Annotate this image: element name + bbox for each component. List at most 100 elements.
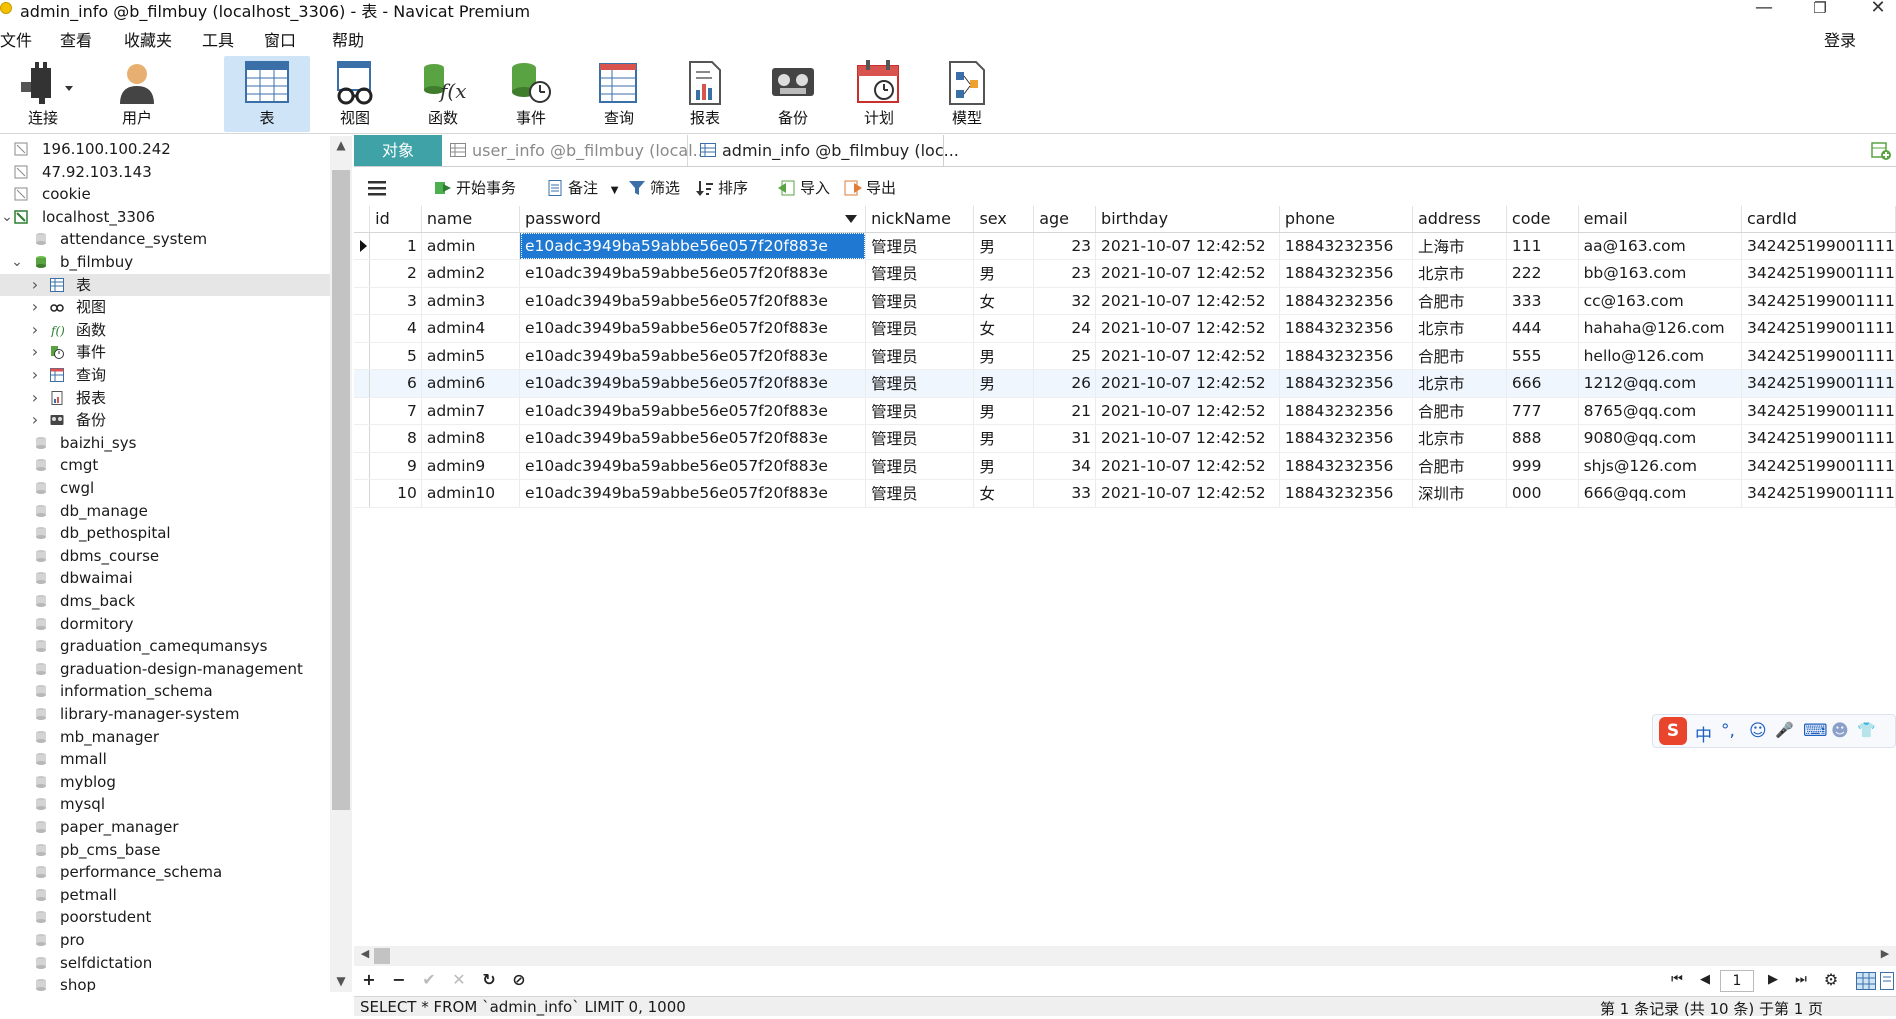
user-avatar-icon[interactable]: ☻ <box>1831 721 1849 741</box>
cell-phone[interactable]: 18843232356 <box>1279 424 1413 453</box>
sort-button[interactable]: 排序 <box>696 176 748 200</box>
cell-password[interactable]: e10adc3949ba59abbe56e057f20f883e <box>519 397 867 425</box>
table-row[interactable]: 5 admin5 e10adc3949ba59abbe56e057f20f883e 管… <box>354 342 1896 370</box>
cell-id[interactable]: 3 <box>369 287 422 315</box>
cell-address[interactable]: 深圳市 <box>1412 479 1507 508</box>
cell-birthday[interactable]: 2021-10-07 12:42:52 <box>1095 287 1280 315</box>
column-header-code[interactable]: code <box>1506 206 1579 233</box>
expand-chevron-icon[interactable]: › <box>28 409 42 431</box>
cell-birthday[interactable]: 2021-10-07 12:42:52 <box>1095 314 1280 343</box>
cell-address[interactable]: 合肥市 <box>1412 397 1507 425</box>
cell-password[interactable]: e10adc3949ba59abbe56e057f20f883e <box>519 369 867 398</box>
cell-name[interactable]: admin6 <box>421 369 521 398</box>
cell-cardid[interactable]: 342425199001111 <box>1741 452 1896 480</box>
cell-sex[interactable]: 男 <box>973 452 1035 480</box>
cell-name[interactable]: admin7 <box>421 397 521 425</box>
cell-password[interactable]: e10adc3949ba59abbe56e057f20f883e <box>519 342 867 370</box>
cell-cardid[interactable]: 342425199001111 <box>1741 479 1896 508</box>
cell-id[interactable]: 6 <box>369 369 422 398</box>
tree-item-paper-manager[interactable]: paper_manager <box>0 816 330 838</box>
cell-code[interactable]: 000 <box>1506 479 1579 508</box>
cell-name[interactable]: admin3 <box>421 287 521 315</box>
cell-age[interactable]: 31 <box>1033 424 1097 453</box>
cell-cardid[interactable]: 342425199001111 <box>1741 259 1896 288</box>
row-indicator[interactable] <box>354 397 371 425</box>
cell-age[interactable]: 26 <box>1033 369 1097 398</box>
toolbar-connection-button[interactable]: 连接 <box>0 56 86 132</box>
cell-name[interactable]: admin2 <box>421 259 521 288</box>
cell-password[interactable]: e10adc3949ba59abbe56e057f20f883e <box>519 314 867 343</box>
tree-item-db-pethospital[interactable]: db_pethospital <box>0 522 330 544</box>
tree-item-mysql[interactable]: mysql <box>0 793 330 815</box>
column-header-id[interactable]: id <box>369 206 422 233</box>
toolbar-schedule-button[interactable]: 计划 <box>836 56 922 132</box>
cell-code[interactable]: 777 <box>1506 397 1579 425</box>
expand-chevron-icon[interactable]: ⌄ <box>0 206 14 228</box>
column-header-birthday[interactable]: birthday <box>1095 206 1280 233</box>
stop-button[interactable]: ⊘ <box>508 970 530 989</box>
cell-email[interactable]: hahaha@126.com <box>1578 314 1742 343</box>
cell-id[interactable]: 4 <box>369 314 422 343</box>
cell-address[interactable]: 合肥市 <box>1412 287 1507 315</box>
cell-name[interactable]: admin4 <box>421 314 521 343</box>
cell-email[interactable]: shjs@126.com <box>1578 452 1742 480</box>
minimize-button[interactable]: — <box>1744 0 1784 18</box>
column-header-nickname[interactable]: nickName <box>865 206 975 233</box>
toolbar-view-button[interactable]: 视图 <box>312 56 398 132</box>
cell-password[interactable]: e10adc3949ba59abbe56e057f20f883e <box>519 232 867 260</box>
ime-mode-toggle[interactable]: 中 <box>1695 721 1712 746</box>
microphone-icon[interactable]: 🎤 <box>1775 721 1794 739</box>
tree-item-表[interactable]: › 表 <box>0 273 330 296</box>
tree-scrollbar[interactable]: ▲ ▼ <box>330 136 352 992</box>
cell-code[interactable]: 444 <box>1506 314 1579 343</box>
restore-button[interactable]: ❐ <box>1800 0 1840 17</box>
tree-scroll-thumb[interactable] <box>332 170 350 810</box>
cell-age[interactable]: 24 <box>1033 314 1097 343</box>
cell-birthday[interactable]: 2021-10-07 12:42:52 <box>1095 424 1280 453</box>
tree-item-poorstudent[interactable]: poorstudent <box>0 906 330 928</box>
row-indicator[interactable] <box>354 287 371 315</box>
tree-item-library-manager-system[interactable]: library-manager-system <box>0 703 330 725</box>
memo-button[interactable]: 备注 ▼ <box>546 176 619 200</box>
cell-code[interactable]: 111 <box>1506 232 1579 260</box>
cell-name[interactable]: admin5 <box>421 342 521 370</box>
tree-item-dbwaimai[interactable]: dbwaimai <box>0 567 330 589</box>
cell-email[interactable]: aa@163.com <box>1578 232 1742 260</box>
cell-id[interactable]: 7 <box>369 397 422 425</box>
filter-button[interactable]: 筛选 <box>628 176 680 200</box>
menu-view[interactable]: 查看 <box>60 27 92 51</box>
tree-item-mmall[interactable]: mmall <box>0 748 330 770</box>
tree-item-b-filmbuy[interactable]: ⌄ b_filmbuy <box>0 251 330 273</box>
cell-phone[interactable]: 18843232356 <box>1279 232 1413 260</box>
keyboard-icon[interactable]: ⌨ <box>1803 721 1828 741</box>
expand-chevron-icon[interactable]: › <box>28 341 42 363</box>
toolbar-query-button[interactable]: 查询 <box>576 56 662 132</box>
tree-item-cookie[interactable]: cookie <box>0 183 330 205</box>
tree-item-dms-back[interactable]: dms_back <box>0 590 330 612</box>
table-row[interactable]: 2 admin2 e10adc3949ba59abbe56e057f20f883e 管… <box>354 259 1896 288</box>
cell-address[interactable]: 北京市 <box>1412 424 1507 453</box>
cell-password[interactable]: e10adc3949ba59abbe56e057f20f883e <box>519 452 867 480</box>
toolbar-user-button[interactable]: 用户 <box>94 56 180 132</box>
cell-address[interactable]: 合肥市 <box>1412 452 1507 480</box>
row-indicator[interactable] <box>354 369 371 398</box>
cell-address[interactable]: 北京市 <box>1412 369 1507 398</box>
cell-sex[interactable]: 男 <box>973 424 1035 453</box>
tree-item-performance-schema[interactable]: performance_schema <box>0 861 330 883</box>
cell-name[interactable]: admin8 <box>421 424 521 453</box>
cell-email[interactable]: bb@163.com <box>1578 259 1742 288</box>
cell-id[interactable]: 5 <box>369 342 422 370</box>
cell-password[interactable]: e10adc3949ba59abbe56e057f20f883e <box>519 479 867 508</box>
tree-item-petmall[interactable]: petmall <box>0 884 330 906</box>
column-header-address[interactable]: address <box>1412 206 1507 233</box>
column-header-name[interactable]: name <box>421 206 521 233</box>
cell-age[interactable]: 23 <box>1033 259 1097 288</box>
menu-tools[interactable]: 工具 <box>202 27 234 51</box>
tab-objects[interactable]: 对象 <box>354 135 442 166</box>
tree-item-information-schema[interactable]: information_schema <box>0 680 330 702</box>
menu-help[interactable]: 帮助 <box>332 27 364 51</box>
cell-age[interactable]: 33 <box>1033 479 1097 508</box>
cell-age[interactable]: 32 <box>1033 287 1097 315</box>
tree-item-db-manage[interactable]: db_manage <box>0 500 330 522</box>
tree-item-47-92-103-143[interactable]: 47.92.103.143 <box>0 161 330 183</box>
